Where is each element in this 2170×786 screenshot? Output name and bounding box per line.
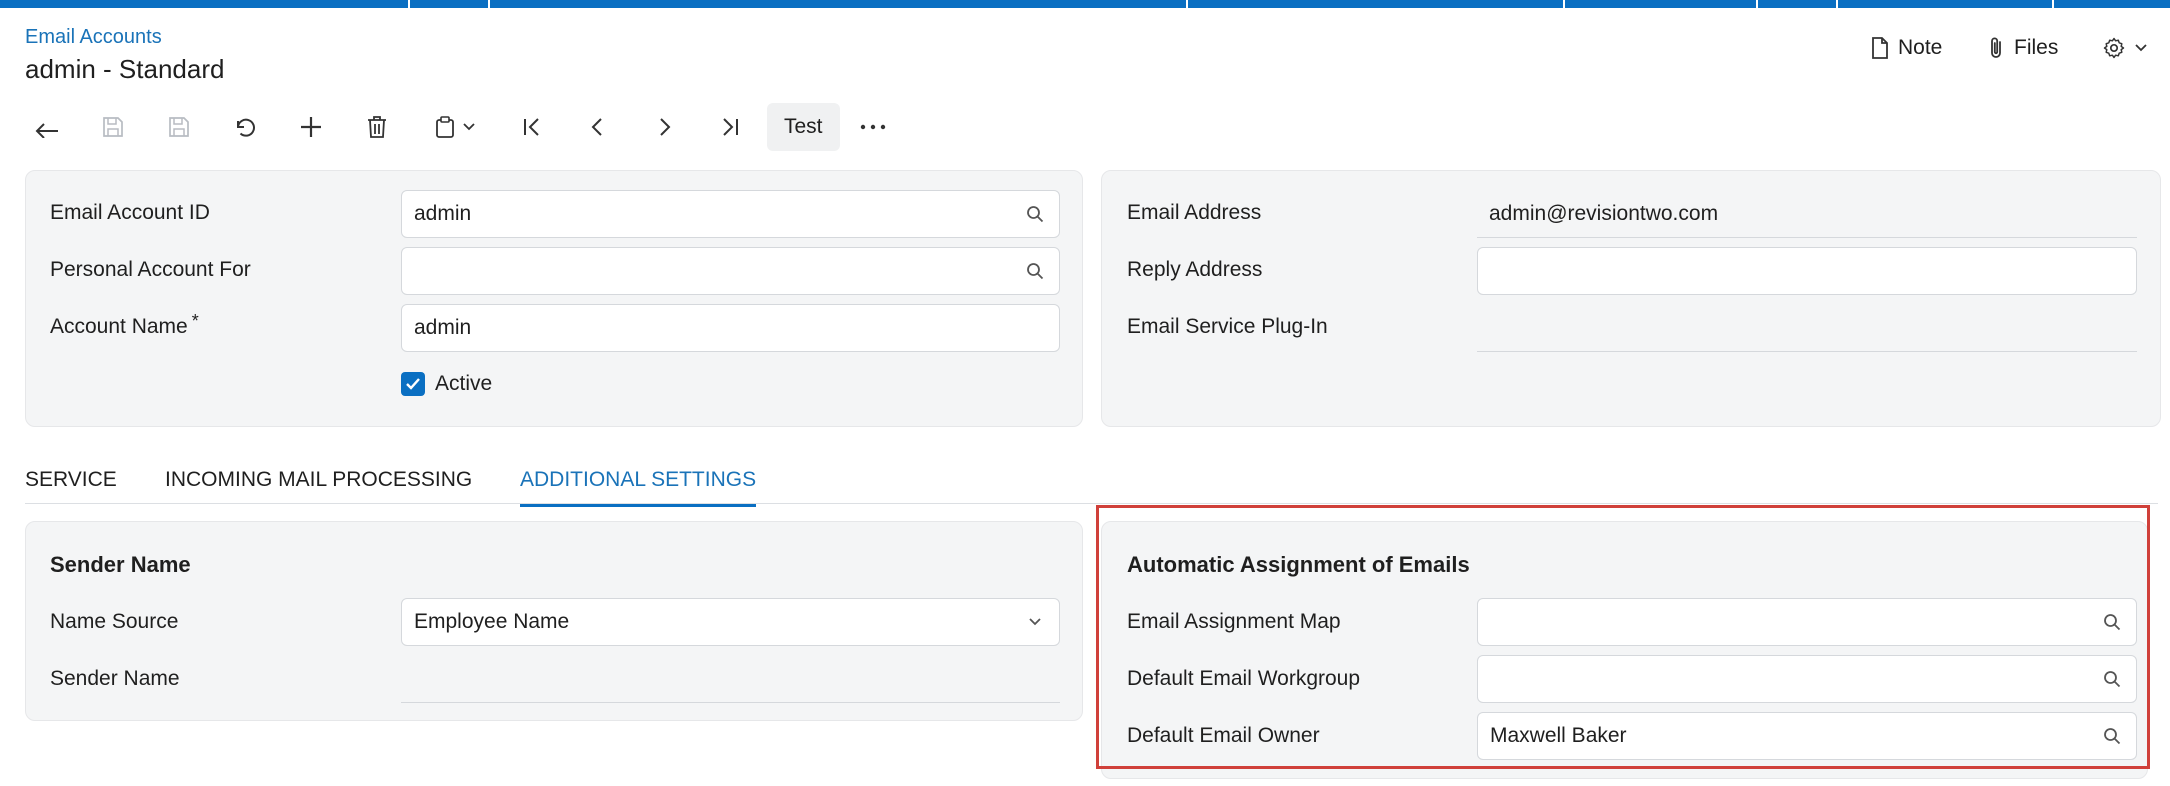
nav-divider bbox=[488, 0, 490, 8]
nav-divider bbox=[1756, 0, 1758, 8]
tab-bar: SERVICE INCOMING MAIL PROCESSING ADDITIO… bbox=[0, 462, 2170, 507]
files-button[interactable]: Files bbox=[1988, 36, 2058, 60]
name-source-value: Employee Name bbox=[414, 610, 570, 633]
next-record-button[interactable] bbox=[642, 103, 686, 151]
first-record-button[interactable] bbox=[510, 103, 554, 151]
delete-icon bbox=[366, 115, 388, 139]
sender-name-label: Sender Name bbox=[50, 667, 180, 690]
active-label: Active bbox=[435, 372, 493, 395]
chevron-down-icon bbox=[2134, 43, 2148, 53]
add-button[interactable] bbox=[289, 103, 333, 151]
summary-card-left: Email Account ID admin Personal Account … bbox=[25, 170, 1083, 427]
nav-divider bbox=[408, 0, 410, 8]
clipboard-button[interactable] bbox=[425, 103, 485, 151]
settings-button[interactable] bbox=[2102, 36, 2148, 60]
email-account-id-value: admin bbox=[414, 202, 472, 225]
sender-name-title: Sender Name bbox=[50, 552, 191, 577]
top-nav-strip bbox=[0, 0, 2170, 8]
test-button[interactable]: Test bbox=[767, 103, 840, 151]
files-label: Files bbox=[2014, 36, 2059, 59]
reply-address-field[interactable] bbox=[1477, 247, 2137, 295]
required-mark: * bbox=[191, 311, 199, 331]
gear-icon bbox=[2102, 36, 2126, 60]
last-record-button[interactable] bbox=[708, 103, 752, 151]
note-button[interactable]: Note bbox=[1870, 36, 1942, 60]
save-button[interactable] bbox=[157, 103, 201, 151]
chevron-down-icon bbox=[462, 122, 476, 132]
tab-service[interactable]: SERVICE bbox=[25, 468, 117, 504]
email-service-plugin-value bbox=[1477, 304, 2137, 352]
sender-name-card: Sender Name Name Source Employee Name Se… bbox=[25, 521, 1083, 721]
clipboard-icon bbox=[434, 115, 456, 139]
note-label: Note bbox=[1898, 36, 1943, 59]
nav-divider bbox=[2052, 0, 2054, 8]
toolbar: Test bbox=[25, 103, 925, 151]
sender-name-value bbox=[401, 655, 1060, 703]
last-icon bbox=[719, 116, 741, 138]
chevron-down-icon[interactable] bbox=[1023, 610, 1047, 634]
previous-icon bbox=[587, 116, 609, 138]
save-icon bbox=[167, 115, 191, 139]
search-icon[interactable] bbox=[1023, 202, 1047, 226]
email-address-value: admin@revisiontwo.com bbox=[1477, 190, 2137, 238]
add-icon bbox=[299, 115, 323, 139]
header-actions: Note Files bbox=[0, 36, 2170, 66]
back-icon bbox=[34, 116, 60, 138]
name-source-label: Name Source bbox=[50, 610, 179, 633]
more-icon bbox=[860, 124, 886, 130]
nav-divider bbox=[1186, 0, 1188, 8]
active-checkbox[interactable] bbox=[401, 372, 425, 396]
previous-record-button[interactable] bbox=[576, 103, 620, 151]
active-checkbox-row[interactable]: Active bbox=[401, 372, 492, 396]
account-name-field[interactable]: admin bbox=[401, 304, 1060, 352]
account-name-label: Account Name * bbox=[50, 311, 199, 339]
tab-additional-settings[interactable]: ADDITIONAL SETTINGS bbox=[520, 468, 757, 507]
note-icon bbox=[1870, 36, 1890, 60]
email-account-id-field[interactable]: admin bbox=[401, 190, 1060, 238]
delete-button[interactable] bbox=[355, 103, 399, 151]
name-source-select[interactable]: Employee Name bbox=[401, 598, 1060, 646]
paperclip-icon bbox=[1988, 36, 2006, 60]
tab-incoming-mail-processing[interactable]: INCOMING MAIL PROCESSING bbox=[165, 468, 472, 504]
first-icon bbox=[521, 116, 543, 138]
email-service-plugin-label: Email Service Plug-In bbox=[1127, 315, 1328, 338]
undo-button[interactable] bbox=[223, 103, 267, 151]
search-icon[interactable] bbox=[1023, 259, 1047, 283]
back-button[interactable] bbox=[25, 103, 69, 151]
reply-address-label: Reply Address bbox=[1127, 258, 1263, 281]
email-address-label: Email Address bbox=[1127, 201, 1262, 224]
highlight-box bbox=[1096, 505, 2150, 769]
save-close-icon bbox=[101, 115, 125, 139]
email-account-id-label: Email Account ID bbox=[50, 201, 210, 224]
account-name-label-text: Account Name bbox=[50, 315, 188, 338]
more-button[interactable] bbox=[851, 103, 895, 151]
summary-card-right: Email Address admin@revisiontwo.com Repl… bbox=[1101, 170, 2161, 427]
next-icon bbox=[653, 116, 675, 138]
nav-divider bbox=[1836, 0, 1838, 8]
personal-account-for-label: Personal Account For bbox=[50, 258, 251, 281]
personal-account-for-field[interactable] bbox=[401, 247, 1060, 295]
account-name-value: admin bbox=[414, 316, 472, 339]
undo-icon bbox=[232, 115, 258, 139]
nav-divider bbox=[1563, 0, 1565, 8]
save-close-button[interactable] bbox=[91, 103, 135, 151]
